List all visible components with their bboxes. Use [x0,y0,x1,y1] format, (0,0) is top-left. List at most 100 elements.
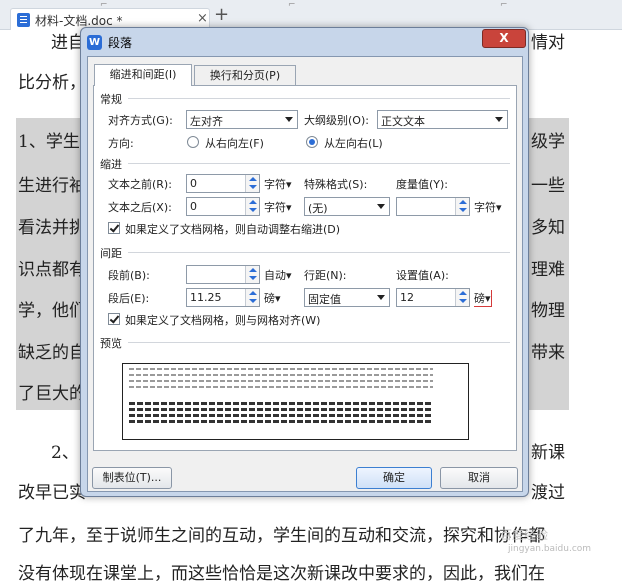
line-spacing-value: 固定值 [308,293,341,306]
spin-up-icon[interactable] [249,177,257,181]
selection-highlight-right [528,118,569,370]
ok-button[interactable]: 确定 [356,467,432,489]
measure-unit[interactable]: 字符▾ [474,199,502,215]
alignment-value: 左对齐 [190,115,223,128]
section-preview: 预览 [100,337,122,350]
tab-stops-button[interactable]: 制表位(T)... [92,467,172,489]
spin-buttons[interactable] [245,266,259,283]
chevron-down-icon [285,117,293,122]
dialog-close-button[interactable]: X [482,29,526,48]
spin-down-icon[interactable] [249,276,257,280]
doc-line-right: 一些 [531,176,565,196]
spin-up-icon[interactable] [249,291,257,295]
spin-down-icon[interactable] [249,299,257,303]
indent-after-unit[interactable]: 字符▾ [264,199,292,215]
watermark-url: jingyan.baidu.com [508,544,592,554]
alignment-label: 对齐方式(G): [108,114,173,127]
auto-adjust-indent-label: 如果定义了文档网格，则自动调整右缩进(D) [125,223,341,236]
doc-line-left: 比分析， [18,73,86,93]
dialog-title-bar[interactable]: W 段落 X [81,28,528,56]
space-after-input[interactable]: 11.25 [186,288,260,307]
ltr-label: 从左向右(L) [324,137,383,150]
preview-line-current [129,414,433,417]
doc-line-right: 新课 [531,443,565,463]
tab-indent-spacing[interactable]: 缩进和间距(I) [94,64,192,86]
indent-before-value: 0 [190,177,197,190]
spin-buttons[interactable] [245,289,259,306]
spin-down-icon[interactable] [249,208,257,212]
outline-level-value: 正文文本 [381,115,425,128]
paragraph-dialog: W 段落 X 缩进和间距(I) 换行和分页(P) 常规 对齐方式(G): 左对齐… [80,27,529,497]
spin-down-icon[interactable] [249,185,257,189]
doc-line-right: 带来 [531,343,565,363]
set-value-value: 12 [400,291,414,304]
preview-line-previous [129,386,433,388]
section-indent: 缩进 [100,158,122,171]
doc-line-left: 改早已实 [18,483,86,503]
preview-line-current [129,408,433,411]
snap-to-grid-checkbox[interactable] [108,313,120,325]
outline-level-select[interactable]: 正文文本 [377,110,508,129]
cancel-button[interactable]: 取消 [440,467,518,489]
spin-buttons[interactable] [245,175,259,192]
tab-line-page-breaks[interactable]: 换行和分页(P) [194,65,296,86]
spin-down-icon[interactable] [459,208,467,212]
doc-line-left: 识点都有 [18,260,86,280]
spin-up-icon[interactable] [459,200,467,204]
snap-to-grid-label: 如果定义了文档网格，则与网格对齐(W) [125,314,321,327]
indent-after-input[interactable]: 0 [186,197,260,216]
chevron-down-icon [377,295,385,300]
wps-logo-icon: W [87,35,102,50]
doc-line-full: 了九年，至于说师生之间的互动，学生间的互动和交流，探究和协作都 [18,526,545,546]
chevron-down-icon [377,204,385,209]
space-after-unit[interactable]: 磅▾ [264,290,281,306]
doc-line-left: 生进行袖 [18,176,86,196]
section-divider [128,252,510,253]
section-spacing: 间距 [100,247,122,260]
line-spacing-select[interactable]: 固定值 [304,288,390,307]
set-value-unit[interactable]: 磅▾ [474,290,492,307]
doc-line-left: 了巨大的 [18,384,86,404]
set-value-input[interactable]: 12 [396,288,470,307]
spin-buttons[interactable] [455,198,469,215]
doc-line-left: 缺乏的自 [18,343,86,363]
space-before-unit[interactable]: 自动▾ [264,267,292,283]
indent-after-label: 文本之后(X): [108,201,172,214]
outline-level-label: 大纲级别(O): [304,114,369,127]
spin-up-icon[interactable] [249,200,257,204]
spin-up-icon[interactable] [459,291,467,295]
space-before-input[interactable] [186,265,260,284]
direction-label: 方向: [108,137,134,150]
new-tab-icon[interactable]: + [214,6,229,24]
doc-line-left: 看法并挑 [18,218,86,238]
preview-line-previous [129,380,433,382]
measure-input[interactable] [396,197,470,216]
measure-label: 度量值(Y): [396,178,449,191]
chevron-down-icon [495,117,503,122]
dialog-body: 缩进和间距(I) 换行和分页(P) 常规 对齐方式(G): 左对齐 大纲级别(O… [87,56,523,492]
doc-line-right: 情对 [531,33,565,53]
ltr-radio[interactable] [306,136,318,148]
spin-buttons[interactable] [455,289,469,306]
set-value-label: 设置值(A): [396,269,449,282]
auto-adjust-indent-checkbox[interactable] [108,222,120,234]
tab-bar-mark: ⌐ [500,0,508,10]
doc-line-right: 渡过 [531,483,565,503]
spin-buttons[interactable] [245,198,259,215]
section-divider [128,342,510,343]
indent-after-value: 0 [190,200,197,213]
section-divider [128,163,510,164]
paragraph-preview [122,363,469,440]
rtl-radio[interactable] [187,136,199,148]
space-after-label: 段后(E): [108,292,150,305]
alignment-select[interactable]: 左对齐 [186,110,298,129]
special-format-select[interactable]: (无) [304,197,390,216]
spin-up-icon[interactable] [249,268,257,272]
doc-line-right: 理难 [531,260,565,280]
space-before-label: 段前(B): [108,269,150,282]
indent-before-input[interactable]: 0 [186,174,260,193]
spin-down-icon[interactable] [459,299,467,303]
indent-before-unit[interactable]: 字符▾ [264,176,292,192]
close-tab-icon[interactable]: × [197,11,208,26]
dialog-title: 段落 [108,36,133,50]
